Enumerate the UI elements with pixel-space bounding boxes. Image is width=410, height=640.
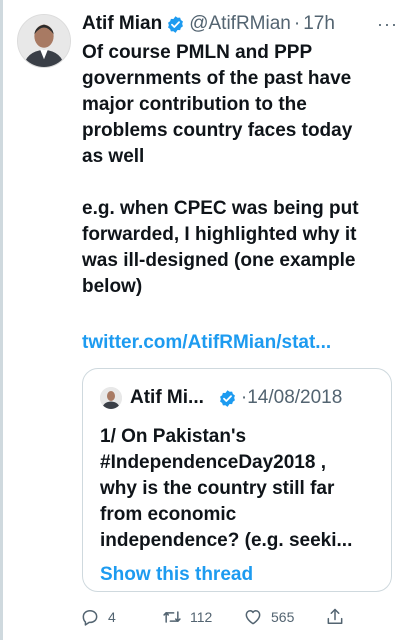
separator-dot: · bbox=[293, 13, 301, 34]
tweet-time[interactable]: 17h bbox=[303, 11, 335, 37]
tweet-actions: 4 112 565 bbox=[80, 607, 380, 633]
tweet-header: Atif Mian @AtifRMian · 17h ··· bbox=[82, 11, 398, 37]
show-thread-link[interactable]: Show this thread bbox=[100, 562, 253, 588]
retweet-icon bbox=[162, 607, 190, 627]
tweet-link[interactable]: twitter.com/AtifRMian/stat... bbox=[82, 330, 331, 356]
share-icon bbox=[325, 607, 353, 627]
reply-icon bbox=[80, 607, 108, 627]
retweet-count: 112 bbox=[190, 609, 213, 625]
verified-badge-icon bbox=[218, 389, 237, 408]
quoted-author-name: Atif Mi... bbox=[130, 387, 204, 408]
quoted-date: 14/08/2018 bbox=[247, 387, 343, 408]
verified-badge-icon bbox=[166, 15, 185, 34]
avatar[interactable] bbox=[17, 14, 71, 68]
author-handle[interactable]: @AtifRMian bbox=[189, 11, 291, 37]
like-icon bbox=[243, 607, 271, 627]
reply-count: 4 bbox=[108, 609, 116, 625]
tweet-paragraph: e.g. when CPEC was being put forwarded, … bbox=[82, 198, 359, 297]
reply-button[interactable]: 4 bbox=[80, 607, 116, 627]
like-count: 565 bbox=[271, 609, 295, 625]
like-button[interactable]: 565 bbox=[243, 607, 294, 627]
quoted-avatar bbox=[100, 387, 122, 409]
author-name[interactable]: Atif Mian bbox=[82, 11, 162, 37]
retweet-button[interactable]: 112 bbox=[162, 607, 212, 627]
quoted-tweet-header: Atif Mi... · 14/08/2018 bbox=[100, 385, 342, 411]
quoted-tweet-card[interactable]: Atif Mi... · 14/08/2018 1/ On Pakistan's… bbox=[82, 368, 392, 592]
thread-line bbox=[0, 0, 3, 640]
quoted-tweet-text: 1/ On Pakistan's #IndependenceDay2018 , … bbox=[100, 426, 353, 551]
tweet-text: Of course PMLN and PPP governments of th… bbox=[82, 40, 392, 300]
share-button[interactable] bbox=[325, 607, 353, 627]
tweet-paragraph: Of course PMLN and PPP governments of th… bbox=[82, 42, 353, 167]
more-icon[interactable]: ··· bbox=[377, 11, 398, 37]
